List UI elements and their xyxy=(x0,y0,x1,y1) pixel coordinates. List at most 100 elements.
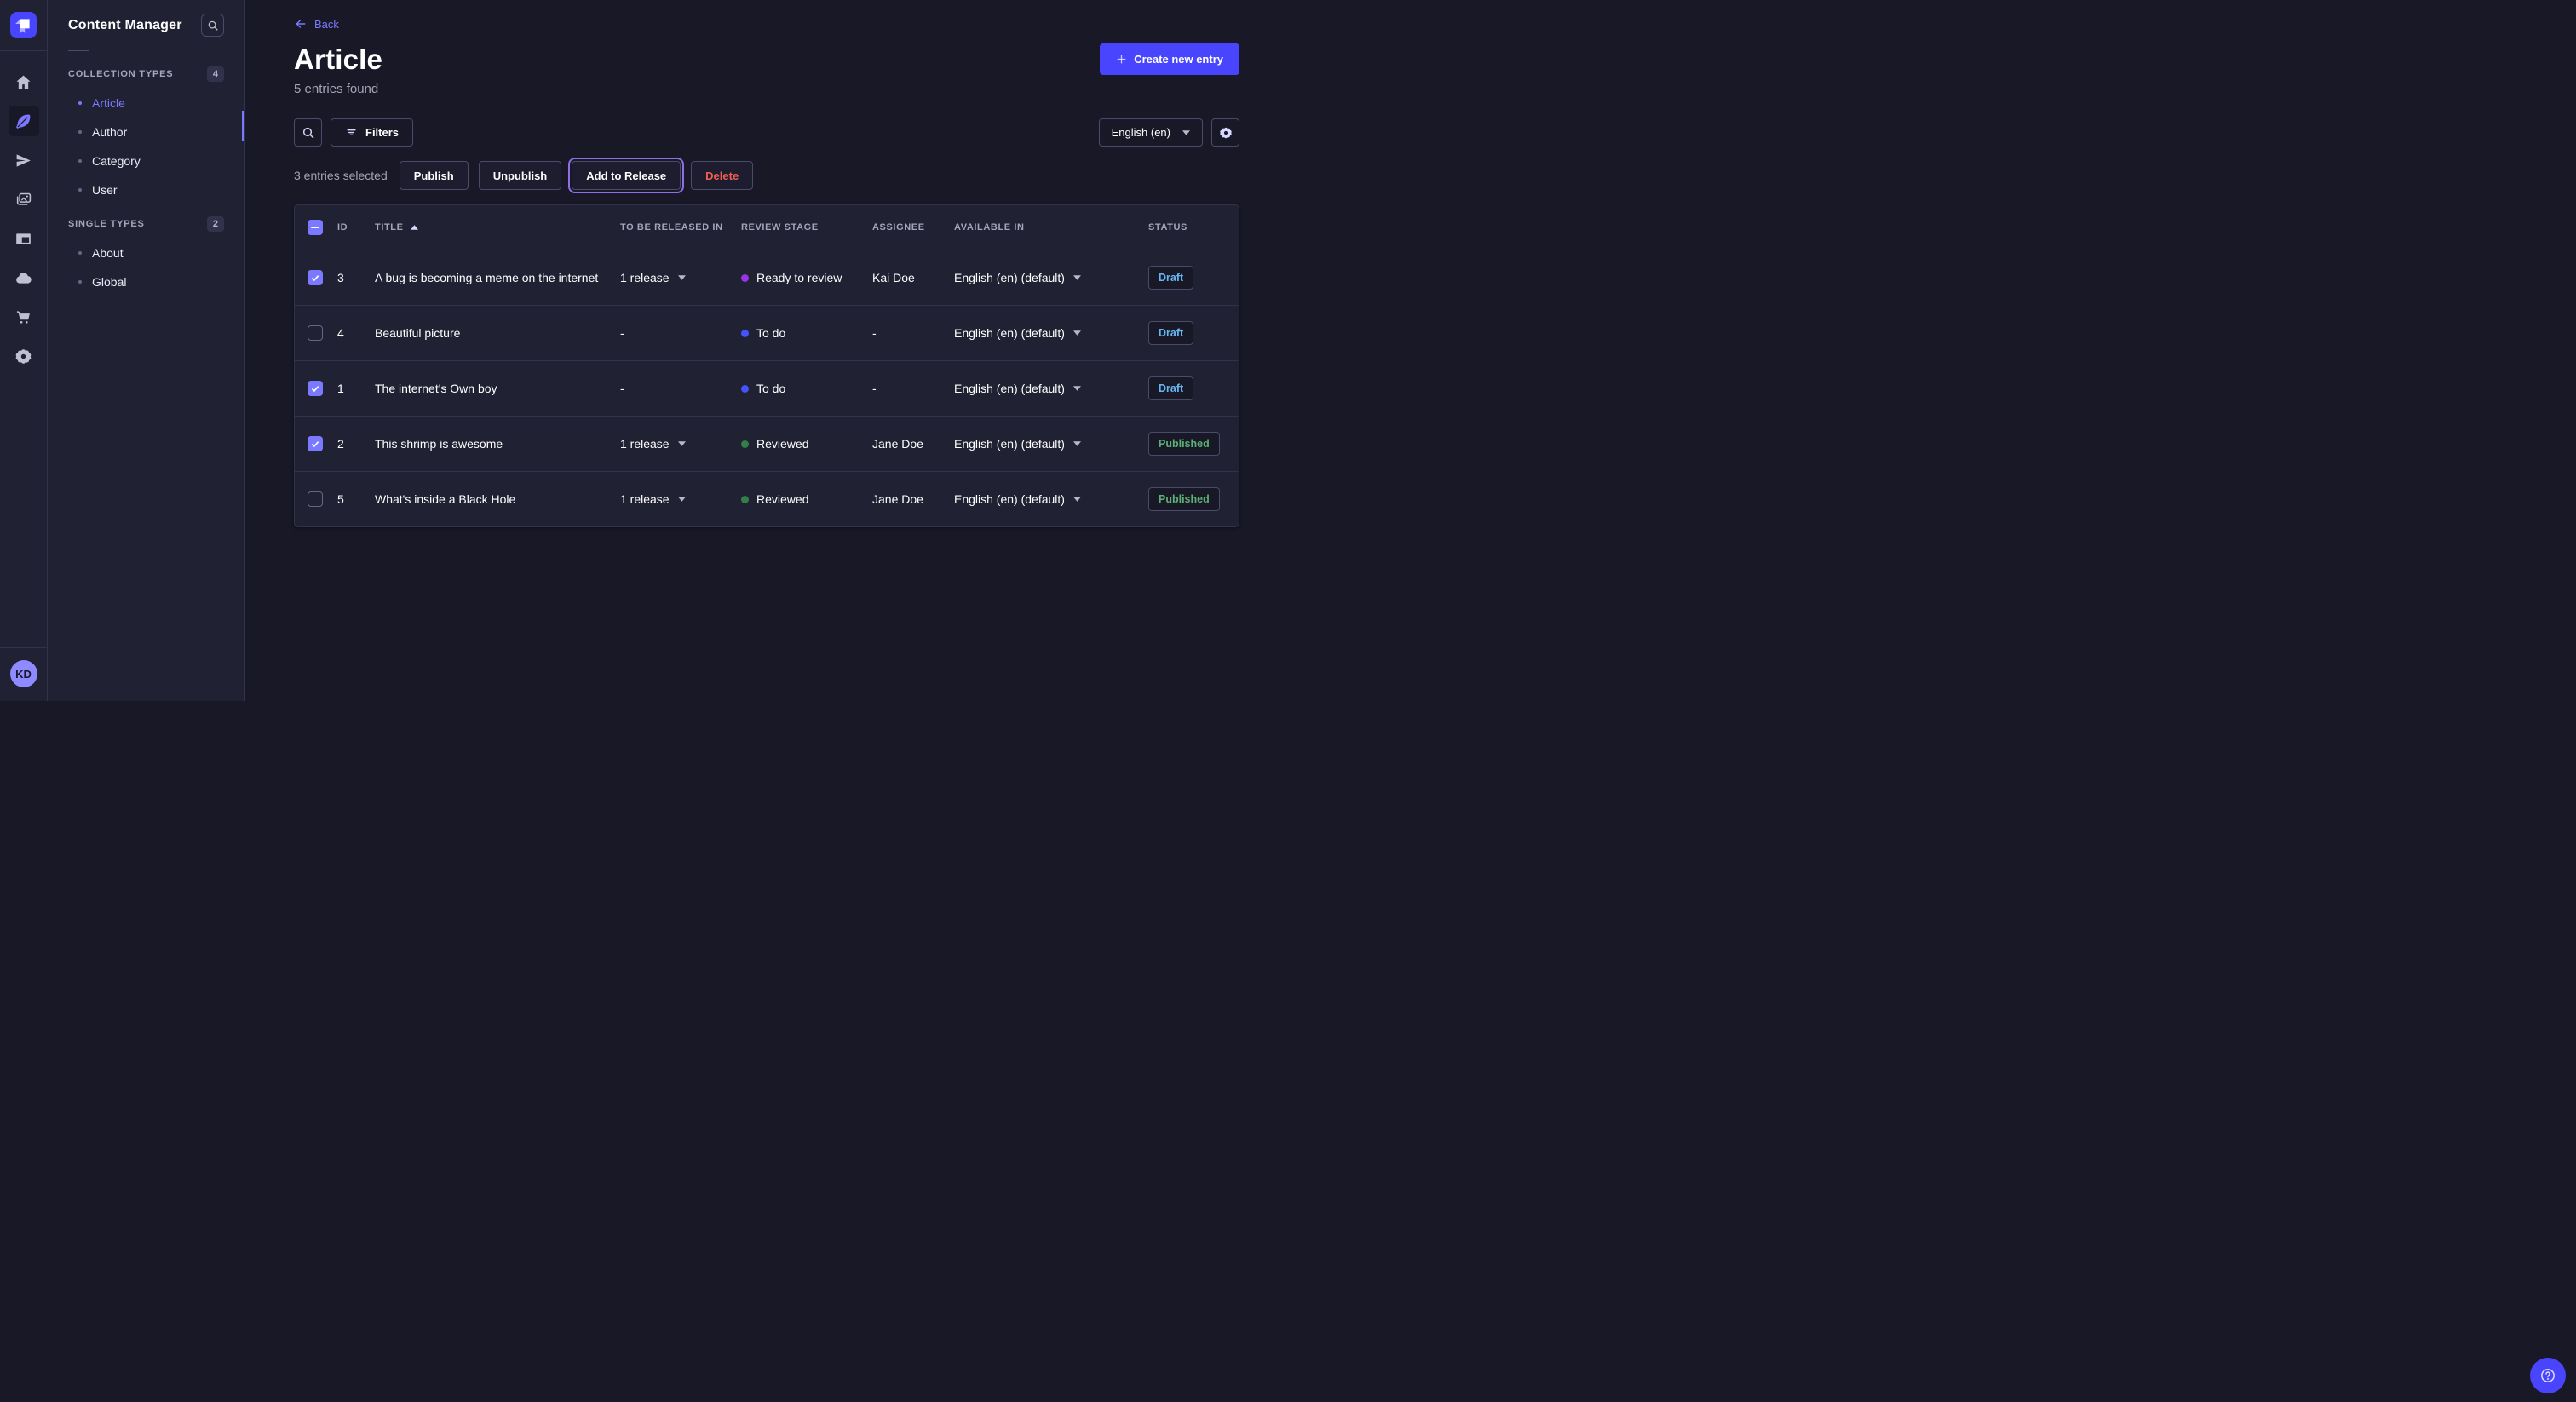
row-checkbox[interactable] xyxy=(308,325,323,341)
stage-label: Ready to review xyxy=(756,271,842,284)
locale-value: English (en) (default) xyxy=(954,271,1065,284)
sort-ascending-icon[interactable] xyxy=(411,225,418,230)
check-icon xyxy=(310,383,320,394)
status-badge: Published xyxy=(1148,432,1220,456)
bullet-icon xyxy=(78,188,82,192)
cell-title: This shrimp is awesome xyxy=(375,437,620,451)
table-search-button[interactable] xyxy=(294,118,322,147)
media-library-icon[interactable] xyxy=(9,184,39,215)
stage-dot-icon xyxy=(741,496,749,503)
sidebar-item-label: About xyxy=(92,246,124,260)
collection-types-heading: Collection Types xyxy=(68,69,173,79)
page-heading-group: Article 5 entries found xyxy=(294,43,382,96)
row-checkbox[interactable] xyxy=(308,270,323,285)
table-row[interactable]: 2 This shrimp is awesome 1 release Revie… xyxy=(295,416,1239,471)
content-type-builder-icon[interactable] xyxy=(9,223,39,254)
bullet-icon xyxy=(78,101,82,105)
table-row[interactable]: 4 Beautiful picture - To do - English (e… xyxy=(295,305,1239,360)
column-header-available-in[interactable]: AVAILABLE IN xyxy=(954,222,1148,233)
entries-table: ID TITLE TO BE RELEASED IN REVIEW STAGE … xyxy=(294,204,1239,527)
list-settings-button[interactable] xyxy=(1211,118,1239,147)
marketplace-cart-icon[interactable] xyxy=(9,302,39,332)
sidebar-item-user[interactable]: User xyxy=(68,175,224,204)
column-header-status[interactable]: STATUS xyxy=(1148,222,1239,233)
locale-select[interactable]: English (en) xyxy=(1099,118,1203,147)
strapi-logo[interactable] xyxy=(10,12,37,38)
cell-assignee: Jane Doe xyxy=(872,492,954,506)
selection-count-text: 3 entries selected xyxy=(294,169,388,182)
sidebar-item-global[interactable]: Global xyxy=(68,267,224,296)
sidebar-item-label: Author xyxy=(92,125,127,139)
stage-dot-icon xyxy=(741,385,749,393)
cell-available-in-dropdown[interactable]: English (en) (default) xyxy=(954,492,1148,506)
column-header-assignee[interactable]: ASSIGNEE xyxy=(872,222,954,233)
cell-released-dropdown[interactable]: 1 release xyxy=(620,271,741,284)
content-manager-icon[interactable] xyxy=(9,106,39,136)
create-new-entry-button[interactable]: Create new entry xyxy=(1100,43,1239,75)
create-button-label: Create new entry xyxy=(1134,53,1223,66)
app-window: KD Content Manager Collection Types 4 Ar… xyxy=(0,0,1288,701)
column-header-review-stage[interactable]: REVIEW STAGE xyxy=(741,222,872,233)
sidebar-item-article[interactable]: Article xyxy=(68,89,224,118)
cloud-icon[interactable] xyxy=(9,262,39,293)
unpublish-button[interactable]: Unpublish xyxy=(479,161,562,190)
sidebar-item-author[interactable]: Author xyxy=(68,118,224,147)
table-row[interactable]: 1 The internet's Own boy - To do - Engli… xyxy=(295,360,1239,416)
cell-review-stage: Reviewed xyxy=(741,437,872,451)
active-item-indicator xyxy=(242,111,244,141)
add-to-release-button[interactable]: Add to Release xyxy=(572,161,681,190)
unpublish-label: Unpublish xyxy=(493,170,548,182)
cell-status: Published xyxy=(1148,487,1239,511)
user-avatar[interactable]: KD xyxy=(10,660,37,687)
column-header-id[interactable]: ID xyxy=(337,222,375,233)
cell-id: 1 xyxy=(337,382,375,395)
cell-id: 4 xyxy=(337,326,375,340)
cell-assignee: Kai Doe xyxy=(872,271,954,284)
cell-released-dropdown[interactable]: - xyxy=(620,382,741,395)
select-all-checkbox[interactable] xyxy=(308,220,323,235)
cell-released-dropdown[interactable]: 1 release xyxy=(620,437,741,451)
stage-label: Reviewed xyxy=(756,492,808,506)
help-button[interactable] xyxy=(2530,1358,2566,1393)
sidebar-search-button[interactable] xyxy=(201,14,224,37)
logo-container xyxy=(0,0,47,51)
released-value: - xyxy=(620,326,624,340)
chevron-down-icon xyxy=(678,441,686,446)
column-header-released[interactable]: TO BE RELEASED IN xyxy=(620,222,741,233)
back-link[interactable]: Back xyxy=(294,17,339,31)
chevron-down-icon xyxy=(1073,497,1081,502)
cell-released-dropdown[interactable]: 1 release xyxy=(620,492,741,506)
released-value: 1 release xyxy=(620,271,670,284)
nav-rail: KD xyxy=(0,0,48,701)
cell-available-in-dropdown[interactable]: English (en) (default) xyxy=(954,271,1148,284)
sidebar-title: Content Manager xyxy=(68,18,182,33)
cell-title: Beautiful picture xyxy=(375,326,620,340)
search-icon xyxy=(302,126,315,140)
cell-released-dropdown[interactable]: - xyxy=(620,326,741,340)
cell-status: Draft xyxy=(1148,266,1239,290)
add-to-release-label: Add to Release xyxy=(586,170,666,182)
sidebar-item-category[interactable]: Category xyxy=(68,147,224,175)
publish-button[interactable]: Publish xyxy=(400,161,469,190)
cell-available-in-dropdown[interactable]: English (en) (default) xyxy=(954,382,1148,395)
delete-button[interactable]: Delete xyxy=(691,161,753,190)
row-checkbox[interactable] xyxy=(308,436,323,451)
row-checkbox[interactable] xyxy=(308,381,323,396)
sidebar-item-label: Article xyxy=(92,96,125,110)
cell-available-in-dropdown[interactable]: English (en) (default) xyxy=(954,326,1148,340)
settings-gear-icon[interactable] xyxy=(9,341,39,371)
sidebar-item-about[interactable]: About xyxy=(68,238,224,267)
chevron-down-icon xyxy=(678,275,686,280)
table-row[interactable]: 5 What's inside a Black Hole 1 release R… xyxy=(295,471,1239,526)
locale-value: English (en) (default) xyxy=(954,326,1065,340)
cell-title: The internet's Own boy xyxy=(375,382,620,395)
cell-id: 3 xyxy=(337,271,375,284)
column-header-title[interactable]: TITLE xyxy=(375,222,620,233)
filters-button[interactable]: Filters xyxy=(331,118,413,147)
arrow-left-icon xyxy=(294,17,308,31)
releases-icon[interactable] xyxy=(9,145,39,175)
row-checkbox[interactable] xyxy=(308,491,323,507)
cell-available-in-dropdown[interactable]: English (en) (default) xyxy=(954,437,1148,451)
home-icon[interactable] xyxy=(9,66,39,97)
table-row[interactable]: 3 A bug is becoming a meme on the intern… xyxy=(295,250,1239,305)
